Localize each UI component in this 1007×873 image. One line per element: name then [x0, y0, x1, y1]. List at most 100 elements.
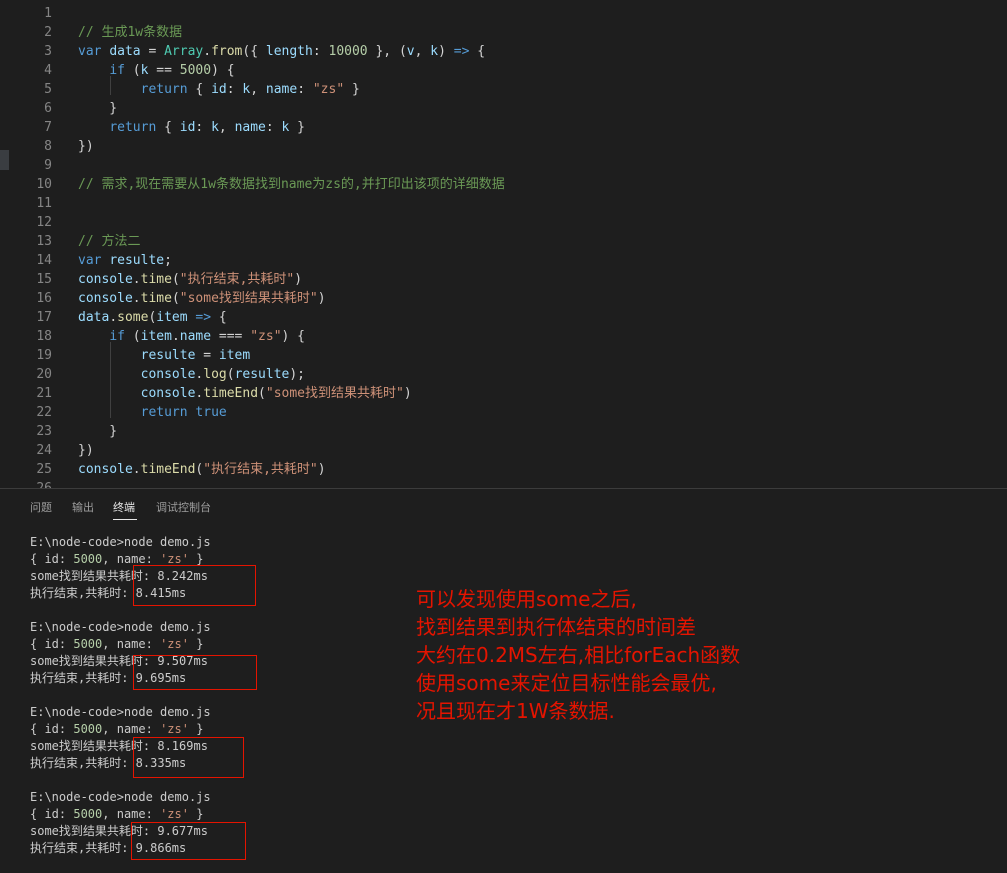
code-text: console.timeEnd("some找到结果共耗时"): [78, 384, 412, 403]
code-token: return: [109, 120, 157, 135]
line-number: 21: [36, 386, 52, 401]
terminal-token: 'zs': [160, 722, 189, 736]
code-line[interactable]: 20 console.log(resulte);: [0, 365, 1007, 384]
code-line[interactable]: 6 }: [0, 99, 1007, 118]
code-token: true: [195, 405, 227, 420]
code-line[interactable]: 21 console.timeEnd("some找到结果共耗时"): [0, 384, 1007, 403]
tab-debug-console[interactable]: 调试控制台: [156, 499, 211, 515]
line-number: 13: [36, 234, 52, 249]
highlight-box: [133, 565, 256, 606]
code-token: :: [312, 44, 329, 59]
code-line[interactable]: 25 console.timeEnd("执行结束,共耗时"): [0, 460, 1007, 479]
code-text: return { id: k, name: k }: [78, 118, 305, 137]
code-text: // 需求,现在需要从1w条数据找到name为zs的,并打印出该项的详细数据: [78, 175, 505, 194]
code-editor[interactable]: 1 2// 生成1w条数据 3 var data = Array.from({ len…: [0, 0, 1007, 496]
code-token: :: [265, 120, 282, 135]
code-token: "zs": [312, 82, 345, 97]
annotation-line: 使用some来定位目标性能会最优,: [416, 671, 717, 695]
code-text: if (k == 5000) {: [78, 61, 235, 80]
code-token: (: [258, 386, 266, 401]
code-line[interactable]: 10 // 需求,现在需要从1w条数据找到name为zs的,并打印出该项的详细数据: [0, 175, 1007, 194]
terminal-token: 'zs': [160, 637, 189, 651]
code-line[interactable]: 17 data.some(item => {: [0, 308, 1007, 327]
code-token: log: [203, 367, 227, 382]
terminal-token: 5000: [73, 807, 103, 821]
code-line[interactable]: 7 return { id: k, name: k }: [0, 118, 1007, 137]
terminal-token: , name:: [102, 637, 161, 651]
code-line[interactable]: 3 var data = Array.from({ length: 10000 }…: [0, 42, 1007, 61]
terminal-token: 5000: [73, 552, 103, 566]
code-line[interactable]: 16 console.time("some找到结果共耗时"): [0, 289, 1007, 308]
code-line[interactable]: 8}): [0, 137, 1007, 156]
code-token: timeEnd: [140, 462, 196, 477]
code-token: ): [317, 462, 326, 477]
code-token: "zs": [250, 329, 282, 344]
code-line[interactable]: 9: [0, 156, 1007, 175]
code-line[interactable]: 19 resulte = item: [0, 346, 1007, 365]
code-text: console.timeEnd("执行结束,共耗时"): [78, 460, 326, 479]
code-token: ===: [211, 329, 251, 344]
code-token: ): [403, 386, 412, 401]
annotation-note: 可以发现使用some之后, 找到结果到执行体结束的时间差 大约在0.2MS左右,…: [416, 585, 740, 725]
tab-terminal[interactable]: 终端: [113, 499, 135, 515]
code-token: some: [117, 310, 149, 325]
code-token: Array: [164, 44, 204, 59]
code-line[interactable]: 18 if (item.name === "zs") {: [0, 327, 1007, 346]
code-line[interactable]: 15 console.time("执行结束,共耗时"): [0, 270, 1007, 289]
code-line[interactable]: 5 return { id: k, name: "zs" }: [0, 80, 1007, 99]
code-token: ) {: [211, 63, 235, 78]
code-token: ,: [414, 44, 431, 59]
terminal-token: 'zs': [160, 807, 189, 821]
line-number: 20: [36, 367, 52, 382]
code-token: {: [211, 310, 227, 325]
code-token: timeEnd: [203, 386, 259, 401]
code-line[interactable]: 22 return true: [0, 403, 1007, 422]
line-number: 3: [44, 44, 52, 59]
tab-problems[interactable]: 问题: [30, 499, 52, 515]
code-token: "some找到结果共耗时": [179, 291, 318, 306]
line-number: 17: [36, 310, 52, 325]
code-text: return true: [78, 403, 227, 422]
code-token: (: [124, 63, 141, 78]
code-text: console.log(resulte);: [78, 365, 305, 384]
code-token: "执行结束,共耗时": [203, 462, 318, 477]
code-token: resulte: [109, 253, 165, 268]
code-token: if: [109, 329, 125, 344]
code-token: console: [78, 291, 133, 306]
code-line[interactable]: 4 if (k == 5000) {: [0, 61, 1007, 80]
code-text: // 生成1w条数据: [78, 23, 182, 42]
code-line[interactable]: 14 var resulte;: [0, 251, 1007, 270]
line-number: 25: [36, 462, 52, 477]
code-line[interactable]: 11: [0, 194, 1007, 213]
code-token: :: [195, 120, 212, 135]
code-line[interactable]: 13 // 方法二: [0, 232, 1007, 251]
line-number: 7: [44, 120, 52, 135]
terminal-object-line: { id: 5000, name: 'zs' }: [30, 636, 203, 653]
code-token: k: [211, 120, 219, 135]
code-line[interactable]: 24}): [0, 441, 1007, 460]
code-token: return: [140, 82, 188, 97]
code-text: resulte = item: [78, 346, 251, 365]
code-token: data: [109, 44, 141, 59]
code-token: .: [203, 44, 212, 59]
terminal-token: , name:: [102, 807, 161, 821]
code-line[interactable]: 1: [0, 4, 1007, 23]
code-token: name: [179, 329, 212, 344]
code-token: k: [430, 44, 439, 59]
code-token: "执行结束,共耗时": [179, 272, 295, 287]
code-line[interactable]: 12: [0, 213, 1007, 232]
terminal-token: }: [188, 552, 204, 566]
code-line[interactable]: 2 // 生成1w条数据: [0, 23, 1007, 42]
code-token: resulte: [234, 367, 290, 382]
code-line[interactable]: 23 }: [0, 422, 1007, 441]
tab-output[interactable]: 输出: [72, 499, 94, 515]
highlight-box: [133, 737, 244, 778]
line-number: 18: [36, 329, 52, 344]
code-token: var: [78, 253, 102, 268]
code-token: if: [109, 63, 125, 78]
